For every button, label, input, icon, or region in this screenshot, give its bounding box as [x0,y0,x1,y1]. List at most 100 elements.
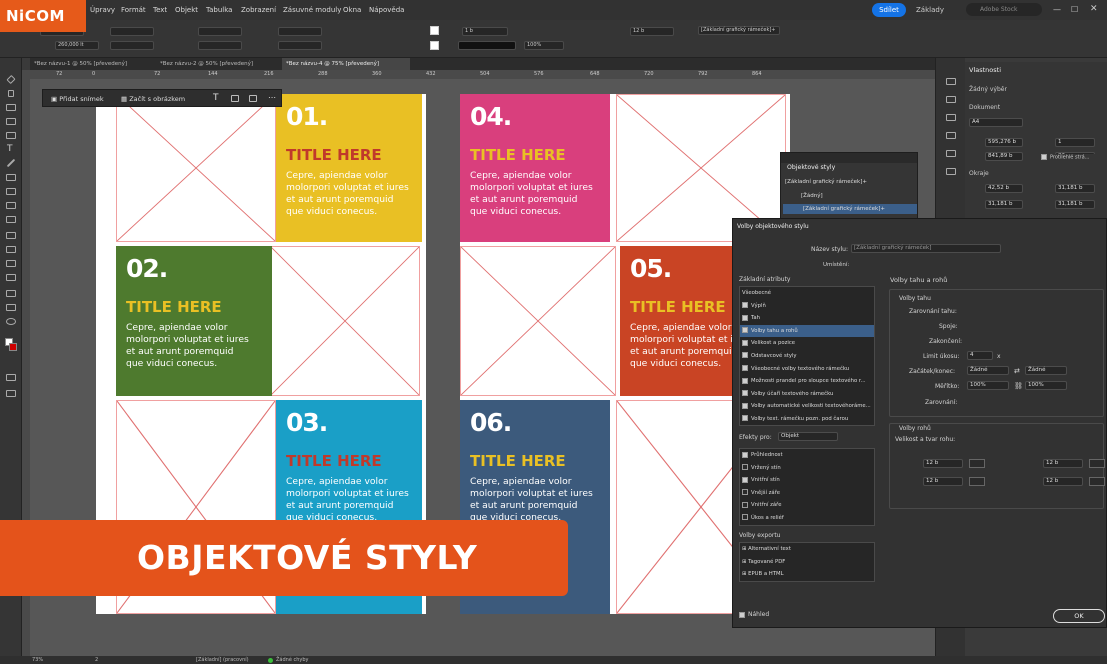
margin-top-field[interactable]: 42,52 b [985,184,1023,193]
hand-tool-icon[interactable] [6,304,16,311]
free-transform-tool-icon[interactable] [6,246,16,253]
tab-document-2[interactable]: *Bez názvu-2 @ 50% [převedený] [156,58,280,70]
corner-bottom-right-field[interactable]: 12 b [1043,477,1083,486]
checkbox[interactable] [742,501,748,508]
pen-tool-icon[interactable] [6,174,16,181]
checkbox[interactable] [742,402,748,409]
shear-field[interactable] [278,41,322,50]
list-item[interactable]: Vnitřní stín [740,474,874,487]
pencil-tool-icon[interactable] [6,188,16,195]
stock-search-input[interactable]: Adobe Stock [966,3,1042,16]
menu-item-text[interactable]: Text [153,6,167,14]
corner-shape-select[interactable] [1089,459,1105,468]
menu-item-format[interactable]: Formát [121,6,146,14]
frame-icon[interactable] [249,94,257,102]
height-field[interactable] [110,41,154,50]
arrow-start-select[interactable]: Žádné [967,366,1009,375]
minimize-icon[interactable]: — [1053,5,1061,14]
margin-left-field[interactable]: 31,181 b [1055,184,1095,193]
pages-field[interactable]: 1 [1055,138,1095,147]
close-icon[interactable]: ✕ [1090,4,1098,14]
checkbox[interactable] [742,377,748,384]
menu-item-table[interactable]: Tabulka [206,6,232,14]
share-button[interactable]: Sdílet [872,3,906,17]
width-field[interactable] [110,27,154,36]
stroke-color-icon[interactable] [9,343,17,351]
links-panel-icon[interactable] [946,132,956,139]
checkbox[interactable] [742,314,748,321]
corner-size-field[interactable]: 12 b [630,27,674,36]
list-item[interactable]: Možnosti prandel pro sloupce textového r… [740,375,874,388]
corner-shape-select[interactable] [969,477,985,486]
list-item[interactable]: Všeobecné volby textového rámečku [740,363,874,376]
list-item[interactable]: Tah [740,312,874,325]
object-style-field[interactable]: [Základní grafický rámeček]+ [698,26,780,35]
rotate-field[interactable] [278,27,322,36]
type-tool-icon[interactable]: T [7,144,13,154]
style-item-basic-graphic[interactable]: [Základní grafický rámeček]+ [783,204,917,214]
page-number[interactable]: 2 [95,656,98,664]
content-collector-icon[interactable] [6,132,16,139]
menu-item-object[interactable]: Objekt [175,6,198,14]
margin-bottom-field[interactable]: 31,181 b [985,200,1023,209]
corner-shape-select[interactable] [1089,477,1105,486]
list-item[interactable]: Odstavcové styly [740,350,874,363]
direct-selection-tool-icon[interactable] [8,90,14,97]
menu-item-edit[interactable]: Úpravy [90,6,115,14]
gradient-tool-icon[interactable] [6,260,16,267]
arrow-end-select[interactable]: Žádné [1025,366,1067,375]
effects-list[interactable]: Průhlednost Vržený stín Vnitřní stín Vnější… [739,448,875,526]
apply-color-icon[interactable] [6,374,16,381]
more-icon[interactable]: ⋯ [268,93,276,102]
list-item[interactable]: Vnitřní záře [740,499,874,512]
export-options-list[interactable]: ⊞ Alternativní text ⊞ Tagované PDF ⊞ EPUB … [739,542,875,582]
properties-panel-icon[interactable] [946,78,956,85]
list-item[interactable]: Všeobecné [740,287,874,300]
checkbox[interactable] [742,476,748,483]
page-size-select[interactable]: A4 [969,118,1023,127]
effects-target-select[interactable]: Objekt [778,432,838,441]
checkbox[interactable] [742,451,748,458]
content-card-01[interactable]: 01. TITLE HERE Cepre, apiendae volor mol… [276,94,422,242]
image-placeholder[interactable] [116,94,276,242]
menu-item-view[interactable]: Zobrazení [241,6,276,14]
stroke-swatch-icon[interactable] [430,41,439,50]
swatches-panel-icon[interactable] [946,168,956,175]
list-item[interactable]: Vnější záře [740,487,874,500]
start-with-image-button[interactable]: ▦ Začít s obrázkem [121,95,185,103]
export-option[interactable]: ⊞ EPUB a HTML [740,568,874,581]
height-field[interactable]: 841,89 b [985,152,1023,161]
text-icon[interactable]: T [213,93,219,103]
checkbox[interactable] [742,365,748,372]
selection-tool-icon[interactable] [6,74,16,85]
image-placeholder[interactable] [460,246,616,396]
tab-document-4[interactable]: *Bez názvu-4 @ 75% [převedený] [282,58,410,70]
list-item[interactable]: Vržený stín [740,462,874,475]
checkbox[interactable] [742,302,748,309]
checkbox[interactable] [742,352,748,359]
style-name-input[interactable]: [Základní grafický rámeček] [851,244,1001,253]
ok-button[interactable]: OK [1053,609,1105,623]
preview-checkbox[interactable]: Náhled [739,611,769,618]
checkbox[interactable] [742,390,748,397]
add-slide-button[interactable]: ▣ Přidat snímek [51,95,104,103]
checkbox[interactable] [742,464,748,471]
checkbox[interactable] [742,327,748,334]
rectangle-tool-icon[interactable] [6,216,16,223]
link-icon[interactable]: ⛓ [1014,382,1023,390]
gap-tool-icon[interactable] [6,118,16,125]
maximize-icon[interactable]: ☐ [1071,5,1078,14]
image-placeholder[interactable] [270,246,420,396]
tab-document-1[interactable]: *Bez názvu-1 @ 50% [převedený] [30,58,154,70]
pages-panel-icon[interactable] [946,96,956,103]
zoom-tool-icon[interactable] [6,318,16,325]
corner-top-left-field[interactable]: 12 b [923,459,963,468]
scissors-tool-icon[interactable] [6,232,16,239]
menu-item-windows[interactable]: Okna [343,6,361,14]
scale-start-field[interactable]: 100% [967,381,1009,390]
note-tool-icon[interactable] [6,274,16,281]
stroke-type-select[interactable] [458,41,516,50]
screen-mode-icon[interactable] [6,390,16,397]
stroke-panel-icon[interactable] [946,150,956,157]
corner-shape-select[interactable] [969,459,985,468]
